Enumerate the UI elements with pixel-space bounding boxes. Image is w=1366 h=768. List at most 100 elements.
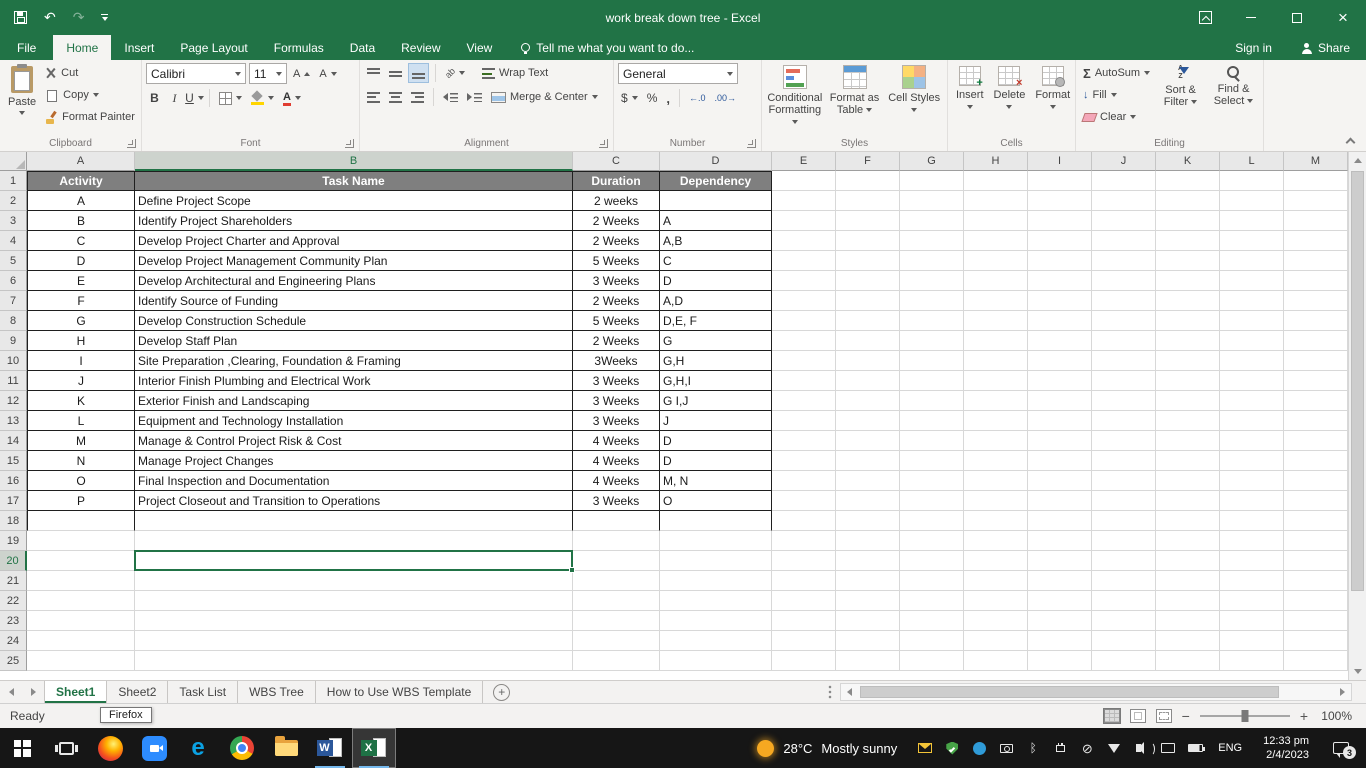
cell-J14[interactable]: [1092, 431, 1156, 451]
cell-I11[interactable]: [1028, 371, 1092, 391]
column-header-A[interactable]: A: [27, 152, 135, 171]
cell-J10[interactable]: [1092, 351, 1156, 371]
undo-button[interactable]: ↶: [44, 9, 56, 26]
cell-C17[interactable]: 3 Weeks: [573, 491, 660, 511]
cell-K17[interactable]: [1156, 491, 1220, 511]
cell-L8[interactable]: [1220, 311, 1284, 331]
cell-D12[interactable]: G I,J: [660, 391, 772, 411]
font-size-select[interactable]: 11: [249, 63, 287, 84]
percent-style-button[interactable]: %: [644, 88, 661, 108]
column-header-J[interactable]: J: [1092, 152, 1156, 171]
customize-quick-access-button[interactable]: [101, 14, 109, 21]
cell-K20[interactable]: [1156, 551, 1220, 571]
cell-F12[interactable]: [836, 391, 900, 411]
cell-G9[interactable]: [900, 331, 964, 351]
cell-J18[interactable]: [1092, 511, 1156, 531]
cell-L24[interactable]: [1220, 631, 1284, 651]
excel-taskbar-button[interactable]: X: [352, 728, 396, 768]
cell-I24[interactable]: [1028, 631, 1092, 651]
cell-M1[interactable]: [1284, 171, 1348, 191]
row-header-1[interactable]: 1: [0, 171, 27, 191]
cell-B5[interactable]: Develop Project Management Community Pla…: [135, 251, 573, 271]
cell-M5[interactable]: [1284, 251, 1348, 271]
top-align-button[interactable]: [364, 63, 383, 83]
cell-L1[interactable]: [1220, 171, 1284, 191]
cell-M22[interactable]: [1284, 591, 1348, 611]
cell-G25[interactable]: [900, 651, 964, 671]
cell-E25[interactable]: [772, 651, 836, 671]
accounting-format-button[interactable]: $: [618, 88, 641, 108]
cell-H19[interactable]: [964, 531, 1028, 551]
cell-K24[interactable]: [1156, 631, 1220, 651]
cell-F23[interactable]: [836, 611, 900, 631]
cell-M16[interactable]: [1284, 471, 1348, 491]
cell-F13[interactable]: [836, 411, 900, 431]
cell-M13[interactable]: [1284, 411, 1348, 431]
share-button[interactable]: Share: [1286, 35, 1366, 60]
cell-J5[interactable]: [1092, 251, 1156, 271]
delete-cells-button[interactable]: Delete: [990, 63, 1030, 116]
cell-B9[interactable]: Develop Staff Plan: [135, 331, 573, 351]
clock[interactable]: 12:33 pm 2/4/2023: [1255, 734, 1317, 762]
cell-J21[interactable]: [1092, 571, 1156, 591]
cell-E22[interactable]: [772, 591, 836, 611]
row-header-2[interactable]: 2: [0, 191, 27, 211]
cell-E4[interactable]: [772, 231, 836, 251]
edge-taskbar-button[interactable]: e: [176, 728, 220, 768]
cell-M18[interactable]: [1284, 511, 1348, 531]
cell-D24[interactable]: [660, 631, 772, 651]
cell-I21[interactable]: [1028, 571, 1092, 591]
cell-L16[interactable]: [1220, 471, 1284, 491]
cell-D15[interactable]: D: [660, 451, 772, 471]
row-header-14[interactable]: 14: [0, 431, 27, 451]
cell-D16[interactable]: M, N: [660, 471, 772, 491]
cell-F17[interactable]: [836, 491, 900, 511]
cell-F25[interactable]: [836, 651, 900, 671]
cell-K25[interactable]: [1156, 651, 1220, 671]
cell-B16[interactable]: Final Inspection and Documentation: [135, 471, 573, 491]
cell-G8[interactable]: [900, 311, 964, 331]
cell-H17[interactable]: [964, 491, 1028, 511]
cell-L2[interactable]: [1220, 191, 1284, 211]
cell-E11[interactable]: [772, 371, 836, 391]
cell-M8[interactable]: [1284, 311, 1348, 331]
cell-H20[interactable]: [964, 551, 1028, 571]
zoom-out-button[interactable]: −: [1182, 708, 1190, 724]
column-header-I[interactable]: I: [1028, 152, 1092, 171]
cell-K19[interactable]: [1156, 531, 1220, 551]
cell-E5[interactable]: [772, 251, 836, 271]
minimize-button[interactable]: [1228, 0, 1274, 35]
zoom-slider-thumb[interactable]: [1241, 710, 1249, 722]
row-header-6[interactable]: 6: [0, 271, 27, 291]
wrap-text-button[interactable]: Wrap Text: [479, 63, 551, 83]
cell-G6[interactable]: [900, 271, 964, 291]
zoom-in-button[interactable]: +: [1300, 708, 1308, 724]
tab-home[interactable]: Home: [53, 35, 112, 60]
cell-G21[interactable]: [900, 571, 964, 591]
cell-B15[interactable]: Manage Project Changes: [135, 451, 573, 471]
cell-E14[interactable]: [772, 431, 836, 451]
cell-B2[interactable]: Define Project Scope: [135, 191, 573, 211]
cell-D3[interactable]: A: [660, 211, 772, 231]
cell-C7[interactable]: 2 Weeks: [573, 291, 660, 311]
cell-H10[interactable]: [964, 351, 1028, 371]
cell-D11[interactable]: G,H,I: [660, 371, 772, 391]
cell-F21[interactable]: [836, 571, 900, 591]
cell-D14[interactable]: D: [660, 431, 772, 451]
cell-E8[interactable]: [772, 311, 836, 331]
cell-F24[interactable]: [836, 631, 900, 651]
column-header-M[interactable]: M: [1284, 152, 1348, 171]
mail-icon[interactable]: [915, 743, 935, 753]
cell-K14[interactable]: [1156, 431, 1220, 451]
row-header-8[interactable]: 8: [0, 311, 27, 331]
cell-D2[interactable]: [660, 191, 772, 211]
vertical-scrollbar-thumb[interactable]: [1351, 171, 1364, 591]
cell-J7[interactable]: [1092, 291, 1156, 311]
cell-C13[interactable]: 3 Weeks: [573, 411, 660, 431]
align-center-button[interactable]: [386, 87, 405, 107]
cell-B18[interactable]: [135, 511, 573, 531]
row-header-17[interactable]: 17: [0, 491, 27, 511]
cell-E15[interactable]: [772, 451, 836, 471]
cell-A14[interactable]: M: [27, 431, 135, 451]
row-header-12[interactable]: 12: [0, 391, 27, 411]
